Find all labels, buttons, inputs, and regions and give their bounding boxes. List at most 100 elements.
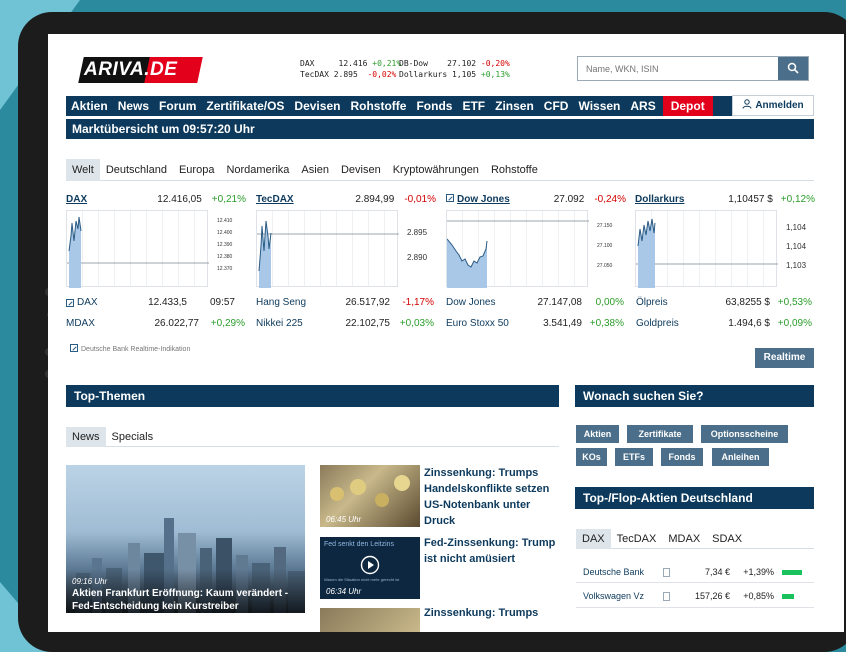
search-input[interactable] (578, 57, 778, 80)
quote-time: 09:57 (209, 297, 235, 308)
tab-kryptowaehrungen[interactable]: Kryptowährungen (387, 159, 485, 181)
quote-item[interactable]: Hang Seng 26.517,92 -1,17% (256, 297, 446, 308)
pill-kos[interactable]: KOs (576, 448, 607, 466)
quote-item[interactable]: Euro Stoxx 50 3.541,49 +0,38% (446, 318, 626, 329)
play-icon (360, 555, 380, 575)
tab-europa[interactable]: Europa (173, 159, 220, 181)
hero-title[interactable]: Aktien Frankfurt Eröffnung: Kaum verände… (72, 587, 302, 613)
quote-item[interactable]: Dow Jones 27.147,08 0,00% (446, 297, 626, 308)
header-ticker-right[interactable]: DB-Dow 27.102 -0,20% Dollarkurs 1,105 +0… (399, 58, 510, 80)
news-title[interactable]: Fed-Zinssenkung: Trump ist nicht amüsier… (424, 535, 564, 567)
sparkline (67, 216, 209, 288)
search-button[interactable] (778, 57, 808, 80)
tab-devisen[interactable]: Devisen (335, 159, 387, 181)
nav-fonds[interactable]: Fonds (411, 96, 457, 116)
coin-image (394, 475, 410, 491)
quote-name[interactable]: MDAX (66, 318, 126, 329)
stock-name[interactable]: Deutsche Bank (583, 567, 655, 577)
thumb-caption: Fed senkt den Leitzins (324, 541, 395, 548)
sparkline (636, 218, 778, 288)
quote-value: 1.494,6 $ (728, 318, 770, 329)
tab-mdax[interactable]: MDAX (662, 529, 706, 549)
quote-item[interactable]: MDAX 26.022,77 +0,29% (66, 318, 246, 329)
nav-news[interactable]: News (113, 96, 154, 116)
tab-sdax[interactable]: SDAX (706, 529, 748, 549)
quote-item[interactable]: Nikkei 225 22.102,75 +0,03% (256, 318, 446, 329)
stock-name[interactable]: Volkswagen Vz (583, 591, 655, 601)
coin-image (375, 493, 389, 507)
topflop-row[interactable]: Volkswagen Vz 157,26 € +0,85% (583, 587, 813, 605)
pill-optionsscheine[interactable]: Optionsscheine (701, 425, 788, 443)
news-thumbnail[interactable] (320, 608, 420, 632)
quote-change: +0,53% (777, 297, 812, 308)
tab-specials[interactable]: Specials (106, 427, 160, 447)
tab-tecdax[interactable]: TecDAX (611, 529, 663, 549)
quote-change: 0,00% (595, 297, 624, 308)
nav-ars[interactable]: ARS (625, 96, 660, 116)
nav-wissen[interactable]: Wissen (573, 96, 625, 116)
pill-aktien[interactable]: Aktien (576, 425, 619, 443)
quote-name[interactable]: Nikkei 225 (256, 318, 318, 329)
document-icon[interactable] (663, 567, 670, 577)
nav-rohstoffe[interactable]: Rohstoffe (345, 96, 411, 116)
tab-welt[interactable]: Welt (66, 159, 100, 181)
quote-name[interactable]: Dow Jones (446, 297, 514, 308)
chart-tecdax[interactable]: TecDAX 2.894,99 -0,01% 2.895 2.890 (256, 194, 436, 294)
pill-zertifikate[interactable]: Zertifikate (627, 425, 693, 443)
chart-dollarkurs[interactable]: Dollarkurs 1,10457 $ +0,12% 1,104 1,104 1,… (635, 194, 815, 294)
y-tick: 12.410 (217, 218, 233, 224)
tab-nordamerika[interactable]: Nordamerika (220, 159, 295, 181)
hero-news-image[interactable]: 09:16 Uhr Aktien Frankfurt Eröffnung: Ka… (66, 465, 305, 613)
tab-deutschland[interactable]: Deutschland (100, 159, 173, 181)
quote-name[interactable]: Ölpreis (636, 297, 696, 308)
news-title[interactable]: Zinssenkung: Trumps (424, 605, 564, 621)
document-icon[interactable] (663, 591, 670, 601)
quote-item[interactable]: Ölpreis 63,8255 $ +0,53% (636, 297, 816, 308)
quote-value: 26.022,77 (154, 318, 200, 329)
tab-rohstoffe[interactable]: Rohstoffe (485, 159, 544, 181)
quote-name[interactable]: DAX (77, 297, 137, 308)
y-tick: 1,103 (786, 261, 807, 270)
quote-name[interactable]: Euro Stoxx 50 (446, 318, 516, 329)
topflop-row[interactable]: Deutsche Bank 7,34 € +1,39% (583, 563, 813, 581)
chart-dax[interactable]: DAX 12.416,05 +0,21% 12.410 12.400 12.390 … (66, 194, 246, 294)
y-tick: 12.390 (217, 242, 233, 248)
news-thumbnail[interactable]: Fed senkt den Leitzins Warum die Situati… (320, 537, 420, 599)
nav-cfd[interactable]: CFD (539, 96, 574, 116)
chart-name[interactable]: TecDAX (256, 194, 294, 208)
chart-name[interactable]: DAX (66, 194, 87, 208)
chart-dow-jones[interactable]: Dow Jones 27.092 -0,24% 27.150 27.100 27.0… (446, 194, 626, 294)
quote-name[interactable]: Hang Seng (256, 297, 318, 308)
realtime-button[interactable]: Realtime (755, 348, 814, 368)
thumb-subcaption: Warum die Situation nicht mehr gerecht i… (324, 577, 400, 582)
pill-anleihen[interactable]: Anleihen (712, 448, 769, 466)
nav-zinsen[interactable]: Zinsen (490, 96, 539, 116)
pill-etfs[interactable]: ETFs (615, 448, 653, 466)
login-button[interactable]: Anmelden (732, 95, 814, 116)
quote-name[interactable]: Goldpreis (636, 318, 696, 329)
chart-value: 1,10457 $ (728, 194, 773, 205)
tab-news[interactable]: News (66, 427, 106, 447)
y-tick: 27.100 (597, 243, 613, 249)
chart-name[interactable]: Dow Jones (457, 194, 510, 208)
chart-plot: 2.895 2.890 (256, 210, 427, 288)
chart-name[interactable]: Dollarkurs (635, 194, 684, 208)
quote-item[interactable]: Goldpreis 1.494,6 $ +0,09% (636, 318, 816, 329)
nav-etf[interactable]: ETF (457, 96, 490, 116)
coin-image (350, 479, 366, 495)
pill-fonds[interactable]: Fonds (661, 448, 703, 466)
quote-change: -1,17% (402, 297, 434, 308)
news-thumbnail[interactable]: 06:45 Uhr (320, 465, 420, 527)
news-title[interactable]: Zinssenkung: Trumps Handelskonflikte set… (424, 465, 564, 529)
news-time: 06:34 Uhr (326, 587, 362, 596)
nav-forum[interactable]: Forum (154, 96, 201, 116)
tab-dax[interactable]: DAX (576, 529, 611, 549)
nav-zertifikate[interactable]: Zertifikate/OS (201, 96, 289, 116)
nav-depot[interactable]: Depot (662, 96, 713, 116)
nav-aktien[interactable]: Aktien (66, 96, 113, 116)
nav-devisen[interactable]: Devisen (289, 96, 345, 116)
header-ticker-left[interactable]: DAX 12.416 +0,21% TecDAX 2.895 -0,02% (300, 58, 401, 80)
tab-asien[interactable]: Asien (295, 159, 335, 181)
realtime-icon (446, 194, 454, 202)
quote-item[interactable]: DAX 12.433,5 09:57 (66, 297, 246, 308)
